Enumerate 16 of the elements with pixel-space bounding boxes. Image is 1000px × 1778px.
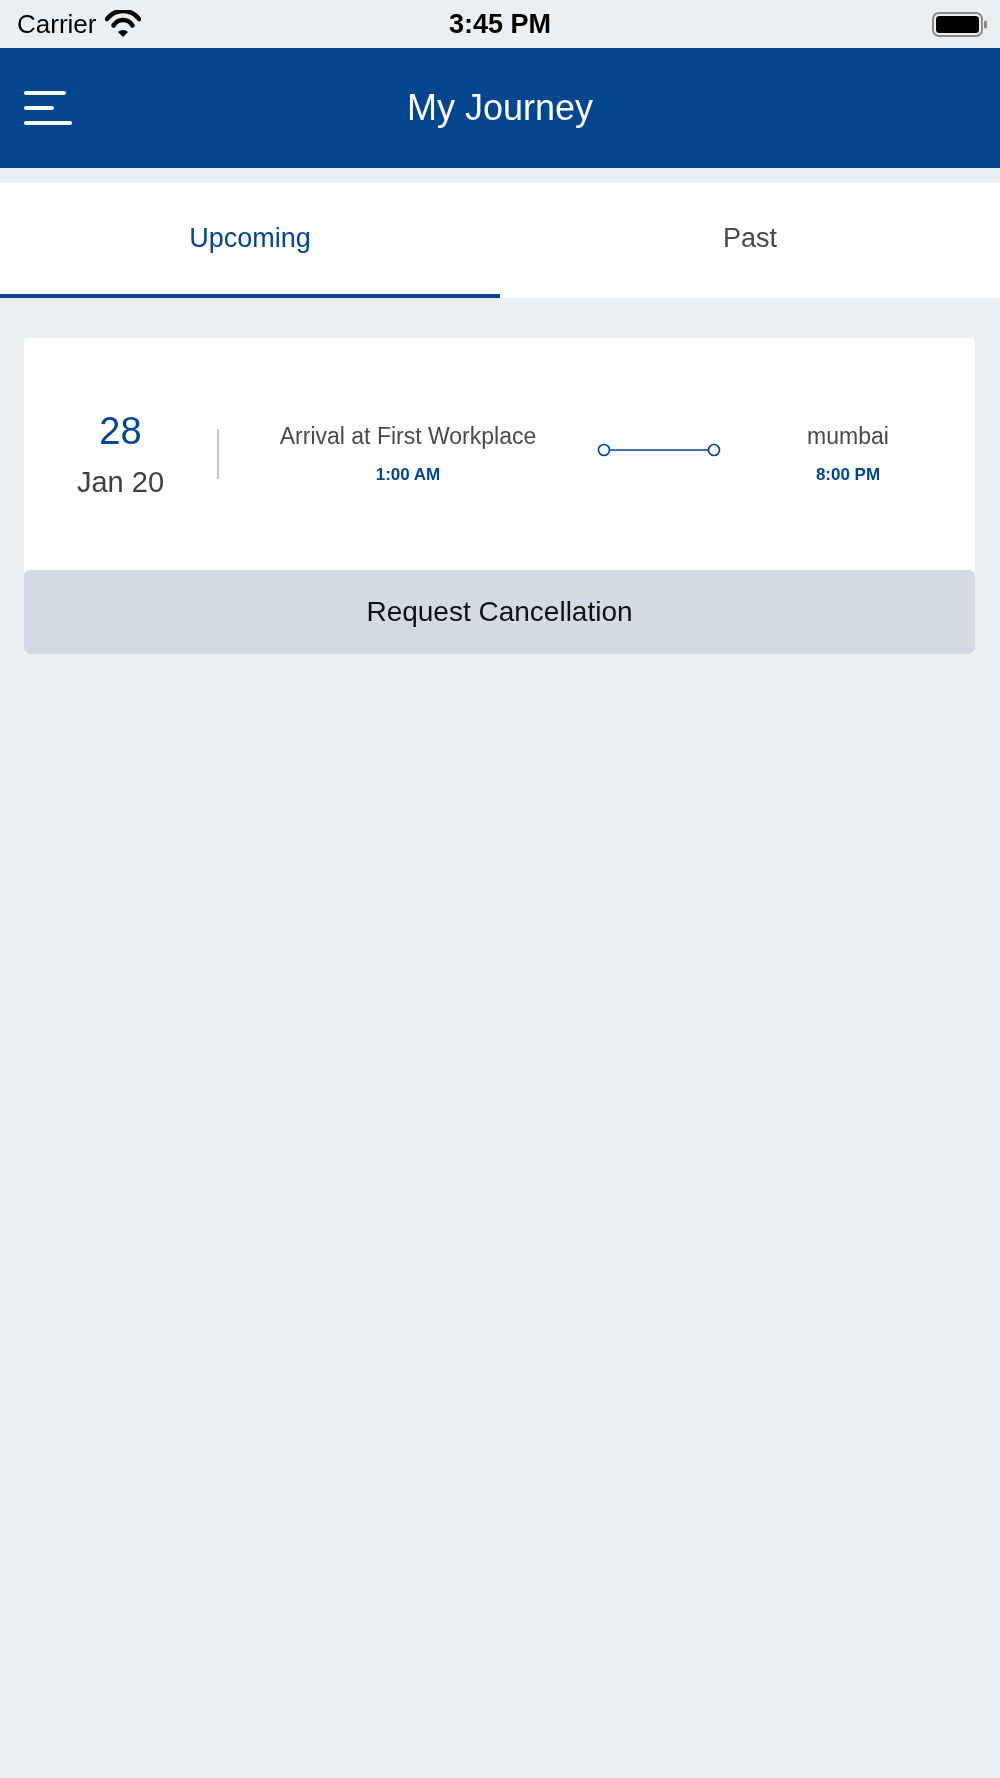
carrier-label: Carrier: [17, 11, 97, 37]
origin-place: Arrival at First Workplace: [279, 425, 537, 448]
menu-button[interactable]: [24, 90, 72, 126]
route-connector-icon: [597, 443, 721, 457]
request-cancellation-button[interactable]: Request Cancellation: [24, 570, 975, 654]
destination-time: 8:00 PM: [815, 466, 881, 483]
battery-icon: [932, 11, 988, 37]
journey-card[interactable]: 28 Jan 20 Arrival at First Workplace 1:00 AM mumbai 8:00 PM Request Cancellation: [24, 338, 975, 654]
wifi-icon: [105, 10, 142, 38]
journey-month-year: Jan 20: [76, 467, 165, 497]
clock-time: 3:45 PM: [449, 10, 551, 38]
journey-day: 28: [99, 411, 142, 450]
page-title: My Journey: [406, 90, 594, 126]
destination-place: mumbai: [807, 425, 889, 448]
menu-icon: [24, 90, 72, 126]
origin-time: 1:00 AM: [375, 466, 441, 483]
